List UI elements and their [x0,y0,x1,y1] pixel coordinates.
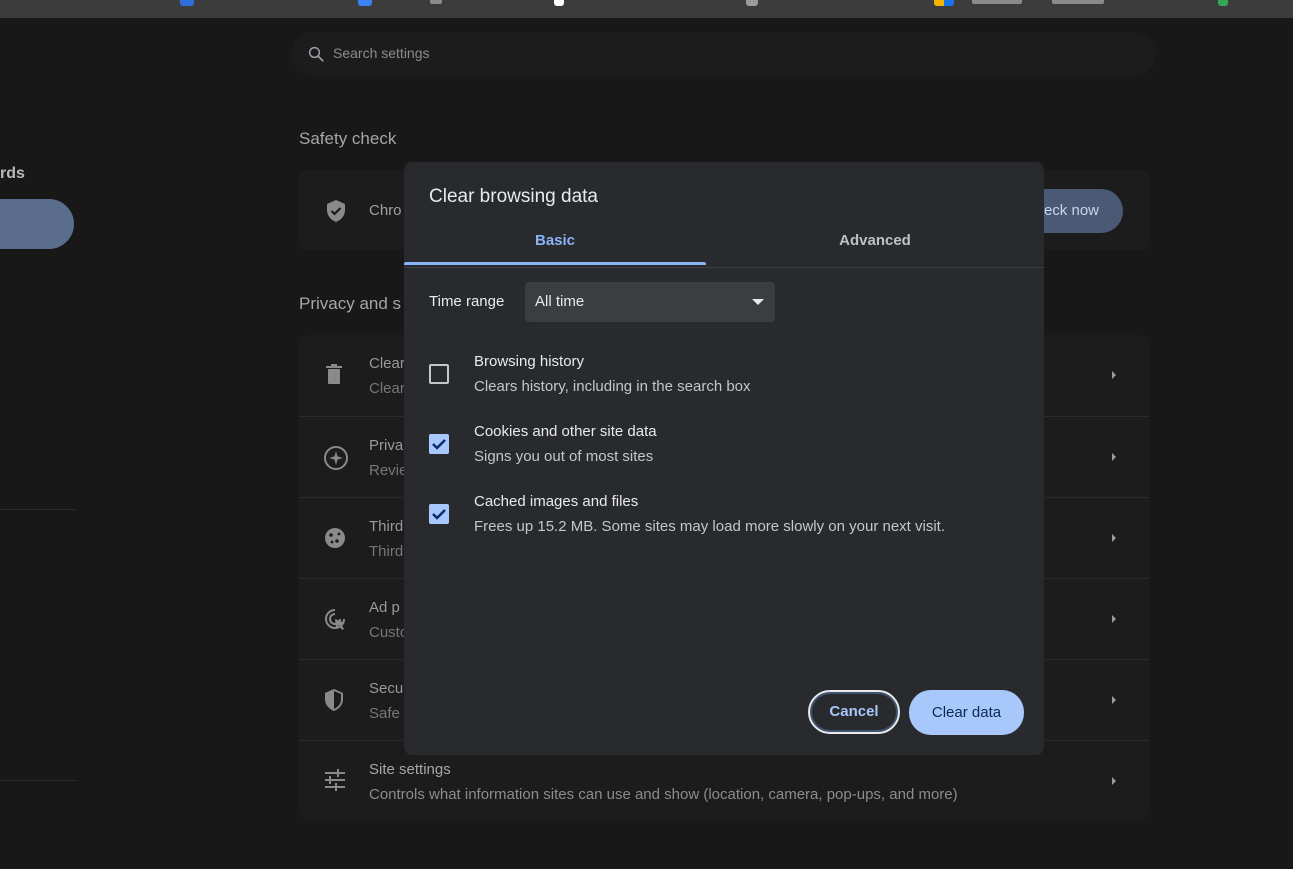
clear-data-button[interactable]: Clear data [909,690,1024,735]
row-subtitle: Controls what information sites can use … [369,786,958,803]
clear-browsing-data-dialog: Clear browsing data Basic Advanced Time … [404,162,1044,755]
option-description: Signs you out of most sites [474,448,654,465]
row-title: Clear [369,355,405,372]
row-subtitle: Third [369,543,404,560]
chevron-right-icon [1112,453,1116,461]
cookies-checkbox[interactable] [429,434,449,454]
row-subtitle: Custo [369,624,409,641]
time-range-value: All time [535,293,585,310]
chevron-right-icon [1112,615,1116,623]
dropdown-arrow-icon [752,299,764,305]
trash-icon [323,363,345,392]
sidebar-divider [0,509,77,510]
shield-check-icon [325,199,347,228]
sliders-icon [323,769,347,796]
checkmark-icon [432,509,446,520]
bookmark-label [972,0,1022,4]
row-title: Priva [369,437,404,454]
bookmark-icon[interactable] [358,0,372,6]
option-description: Frees up 15.2 MB. Some sites may load mo… [474,518,946,535]
ad-privacy-icon [323,607,349,638]
sidebar-partial-label: rds [0,165,25,182]
bookmark-icon[interactable] [180,0,194,6]
search-icon [308,46,324,62]
row-title: Third [369,518,404,535]
tab-basic[interactable]: Basic [404,224,706,267]
bookmark-label [430,0,442,4]
cookie-icon [323,526,347,555]
bookmark-icon[interactable] [1218,0,1228,6]
chevron-right-icon [1112,534,1116,542]
search-placeholder: Search settings [333,45,430,61]
tab-advanced[interactable]: Advanced [724,224,1026,267]
option-cached-images: Cached images and files Frees up 15.2 MB… [404,493,1044,551]
sidebar-item-active[interactable] [0,199,74,249]
option-title: Browsing history [474,353,585,370]
dialog-title: Clear browsing data [429,186,598,207]
row-subtitle: Safe [369,705,400,722]
checkmark-icon [432,439,446,450]
option-description: Clears history, including in the search … [474,378,751,395]
cached-images-checkbox[interactable] [429,504,449,524]
bookmark-icon[interactable] [554,0,564,6]
tab-active-indicator [404,262,706,265]
option-title: Cached images and files [474,493,639,510]
compass-icon [323,445,349,476]
safety-check-text: Chro [369,202,402,219]
microsoft-icon[interactable] [934,0,954,6]
sidebar-divider [0,780,77,781]
time-range-select[interactable]: All time [525,282,775,322]
row-subtitle: Revie [369,462,408,479]
cancel-button[interactable]: Cancel [808,690,900,734]
bookmark-label [1052,0,1104,4]
option-browsing-history: Browsing history Clears history, includi… [404,353,1044,411]
chevron-right-icon [1112,777,1116,785]
row-title: Secu [369,680,404,697]
row-title: Ad p [369,599,400,616]
chevron-right-icon [1112,371,1116,379]
safety-check-title: Safety check [299,129,397,148]
row-title: Site settings [369,761,451,778]
bookmarks-bar [0,0,1293,18]
chevron-right-icon [1112,696,1116,704]
row-subtitle: Clear [369,380,405,397]
shield-icon [323,688,345,717]
option-title: Cookies and other site data [474,423,657,440]
option-cookies: Cookies and other site data Signs you ou… [404,423,1044,481]
time-range-label: Time range [429,293,505,310]
bookmark-icon[interactable] [746,0,758,6]
search-input[interactable]: Search settings [291,32,1156,76]
privacy-section-title: Privacy and s [299,294,402,313]
browsing-history-checkbox[interactable] [429,364,449,384]
